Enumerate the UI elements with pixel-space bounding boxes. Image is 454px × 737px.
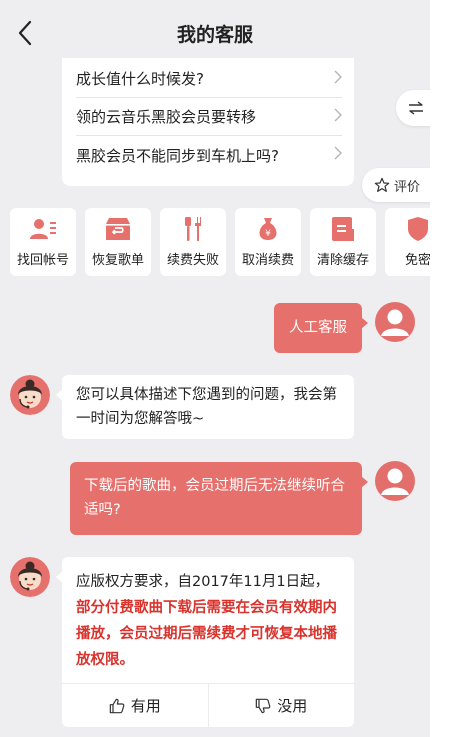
faq-item[interactable]: 领的云音乐黑胶会员要转移	[76, 98, 342, 136]
rate-label: 评价	[394, 179, 421, 195]
app-screen: 我的客服 成长值什么时候发? 领的云音乐黑胶会员要转移 黑胶会员不能同步到车机上…	[0, 0, 430, 737]
restore-box-icon	[106, 217, 130, 241]
agent-answer-highlight: 部分付费歌曲下载后需要在会员有效期内播放，会员过期后需续费才可恢复本地播放权限。	[76, 600, 337, 668]
user-silhouette-icon	[381, 309, 409, 336]
agent-message-bubble: 您可以具体描述下您遇到的问题，我会第一时间为您解答哦~	[56, 375, 354, 439]
money-bag-icon: ¥	[256, 217, 280, 241]
faq-card: 成长值什么时候发? 领的云音乐黑胶会员要转移 黑胶会员不能同步到车机上吗?	[62, 58, 354, 186]
agent-message-text: 您可以具体描述下您遇到的问题，我会第一时间为您解答哦~	[76, 387, 337, 427]
quick-action-label: 免密	[404, 252, 430, 268]
user-list-icon	[30, 217, 56, 241]
quick-action-label: 取消续费	[241, 252, 294, 268]
useless-label: 没用	[277, 696, 308, 715]
faq-item-text: 领的云音乐黑胶会员要转移	[76, 108, 257, 126]
useless-button[interactable]: 没用	[207, 684, 355, 727]
quick-action-clear-cache[interactable]: 清除缓存	[310, 208, 376, 276]
quick-action-cancel-renewal[interactable]: ¥ 取消续费	[235, 208, 301, 276]
user-avatar[interactable]	[375, 461, 415, 501]
quick-action-label: 找回帐号	[16, 252, 69, 268]
switch-button[interactable]	[396, 90, 430, 126]
quick-action-password-free[interactable]: 免密	[385, 208, 430, 276]
rate-button[interactable]: 评价	[362, 168, 430, 202]
quick-action-label: 恢复歌单	[91, 252, 144, 268]
useful-label: 有用	[130, 696, 161, 715]
thumbs-down-icon	[255, 698, 271, 713]
faq-item-text: 成长值什么时候发?	[76, 70, 204, 88]
chevron-right-icon	[334, 70, 342, 88]
bubble-tail	[56, 571, 63, 583]
bubble-tail	[56, 389, 63, 401]
quick-action-restore-playlist[interactable]: 恢复歌单	[85, 208, 151, 276]
chevron-right-icon	[334, 108, 342, 126]
feedback-row: 有用 没用	[62, 683, 354, 727]
tools-icon	[182, 216, 204, 241]
swap-arrows-icon	[409, 101, 423, 115]
faq-item[interactable]: 黑胶会员不能同步到车机上吗?	[76, 136, 342, 174]
user-message-text: 人工客服	[289, 320, 347, 336]
agent-answer-body: 应版权方要求，自2017年11月1日起， 部分付费歌曲下载后需要在会员有效期内播放…	[62, 557, 354, 673]
agent-avatar-icon	[10, 557, 50, 597]
agent-answer-card: 应版权方要求，自2017年11月1日起， 部分付费歌曲下载后需要在会员有效期内播放…	[56, 557, 354, 727]
agent-avatar-icon	[10, 375, 50, 415]
faq-item-text: 黑胶会员不能同步到车机上吗?	[76, 146, 279, 165]
svg-text:¥: ¥	[265, 229, 271, 239]
user-avatar[interactable]	[375, 302, 415, 342]
faq-item[interactable]: 成长值什么时候发?	[76, 60, 342, 98]
clear-doc-icon	[332, 216, 354, 241]
quick-actions: 找回帐号 恢复歌单 续费失败 ¥ 取消续费 清除缓存 免密	[10, 208, 430, 276]
agent-answer-text: 应版权方要求，自2017年11月1日起，	[76, 574, 330, 590]
thumbs-up-icon	[109, 698, 125, 713]
user-message-text: 下载后的歌曲，会员过期后无法继续听合适吗?	[84, 478, 345, 518]
quick-action-renewal-failed[interactable]: 续费失败	[160, 208, 226, 276]
page-title: 我的客服	[176, 24, 253, 46]
agent-avatar[interactable]	[10, 557, 50, 597]
shield-icon	[408, 216, 428, 241]
user-message-bubble: 人工客服	[274, 303, 368, 353]
quick-action-recover-account[interactable]: 找回帐号	[10, 208, 76, 276]
useful-button[interactable]: 有用	[62, 684, 208, 727]
quick-action-label: 续费失败	[166, 252, 219, 268]
bubble-tail	[361, 476, 368, 488]
quick-action-label: 清除缓存	[316, 252, 369, 268]
user-message-bubble: 下载后的歌曲，会员过期后无法继续听合适吗?	[70, 462, 368, 535]
star-icon	[374, 177, 390, 192]
agent-avatar[interactable]	[10, 375, 50, 415]
bubble-tail	[361, 317, 368, 329]
user-silhouette-icon	[381, 468, 409, 495]
chevron-right-icon	[334, 146, 342, 164]
top-bar: 我的客服	[0, 0, 430, 64]
